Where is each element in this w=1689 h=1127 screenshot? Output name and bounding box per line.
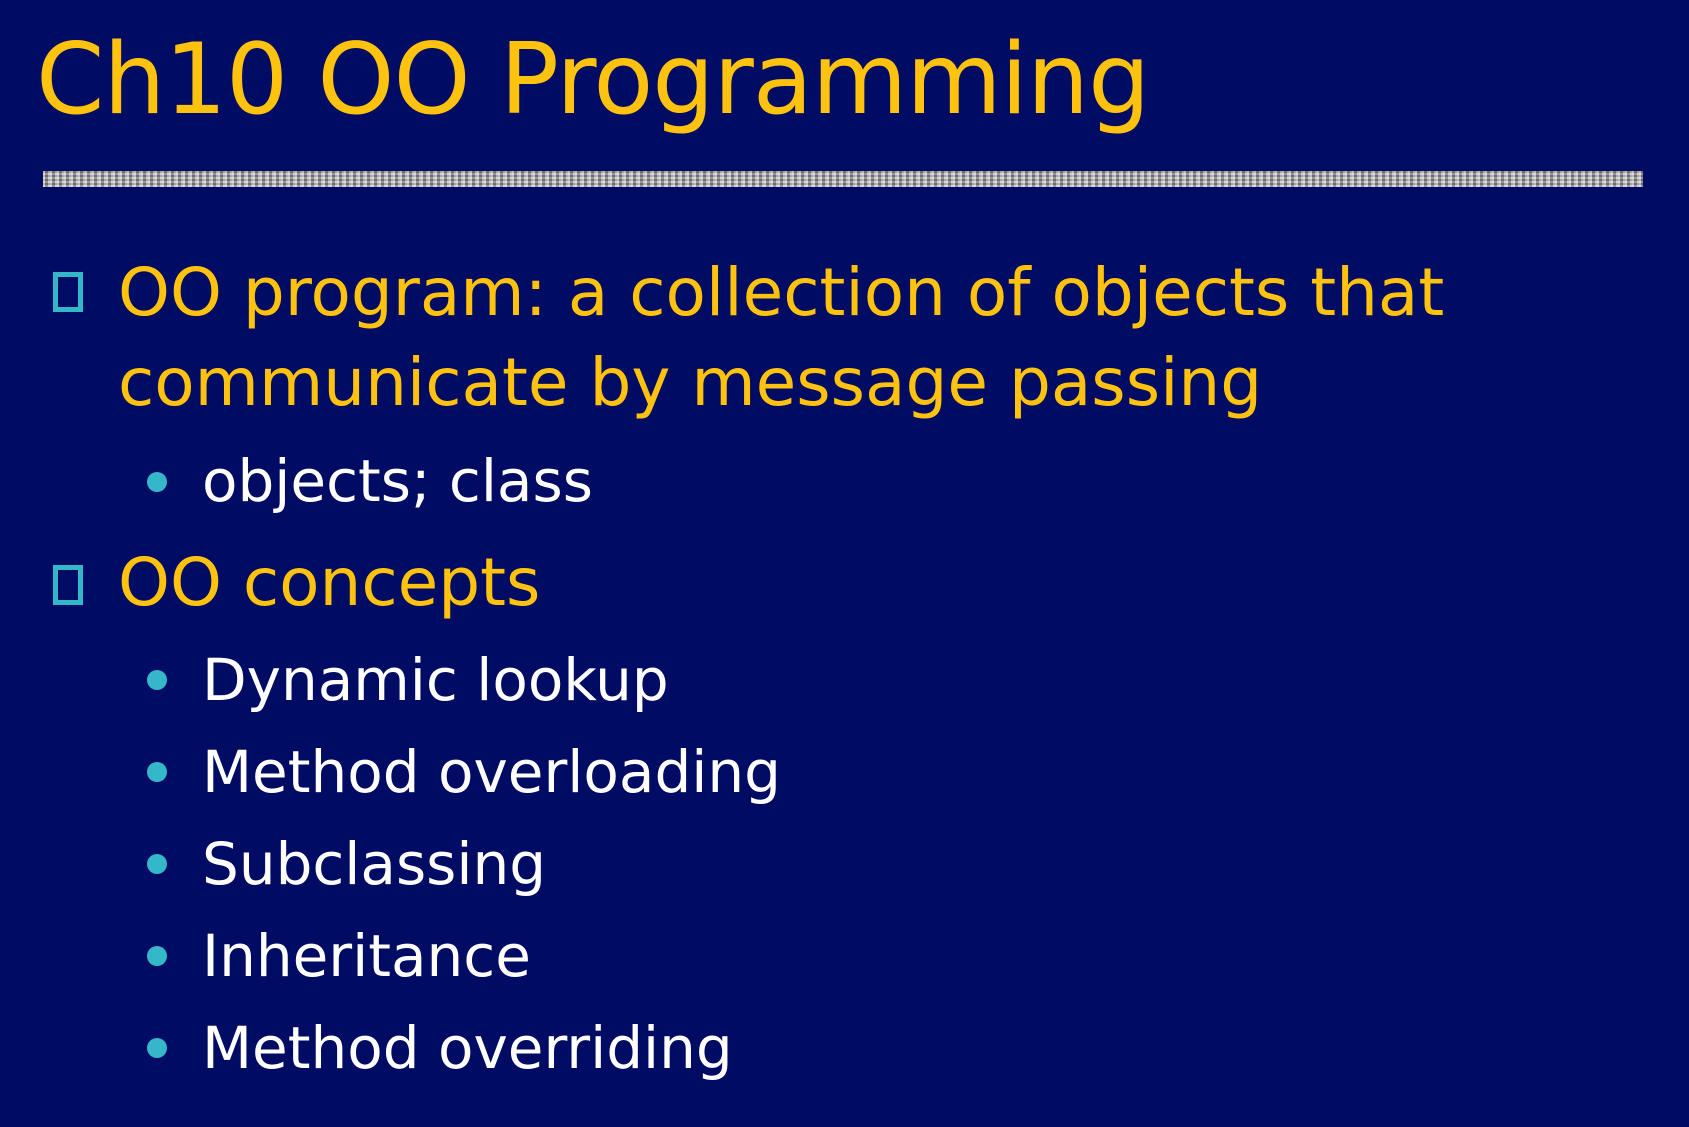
sub-bullet-text: Method overloading bbox=[202, 738, 781, 806]
hollow-square-icon bbox=[53, 565, 83, 605]
title-divider bbox=[43, 171, 1643, 187]
hollow-square-icon bbox=[53, 272, 83, 312]
bullet-text-line: OO program: a collection of objects that bbox=[118, 254, 1445, 331]
slide-title: Ch10 OO Programming bbox=[36, 23, 1150, 137]
sub-bullet-text: Method overriding bbox=[202, 1014, 733, 1082]
sub-bullet-text: objects; class bbox=[202, 447, 593, 515]
filled-circle-icon bbox=[147, 854, 167, 874]
bullet-text-line: communicate by message passing bbox=[118, 344, 1263, 421]
filled-circle-icon bbox=[147, 1038, 167, 1058]
sub-bullet-text: Dynamic lookup bbox=[202, 646, 669, 714]
filled-circle-icon bbox=[147, 762, 167, 782]
sub-bullet-text: Subclassing bbox=[202, 830, 547, 898]
filled-circle-icon bbox=[147, 472, 167, 492]
filled-circle-icon bbox=[147, 670, 167, 690]
bullet-text-line: OO concepts bbox=[118, 544, 541, 621]
sub-bullet-text: Inheritance bbox=[202, 922, 531, 990]
slide: Ch10 OO Programming OO program: a collec… bbox=[0, 0, 1689, 1127]
filled-circle-icon bbox=[147, 946, 167, 966]
